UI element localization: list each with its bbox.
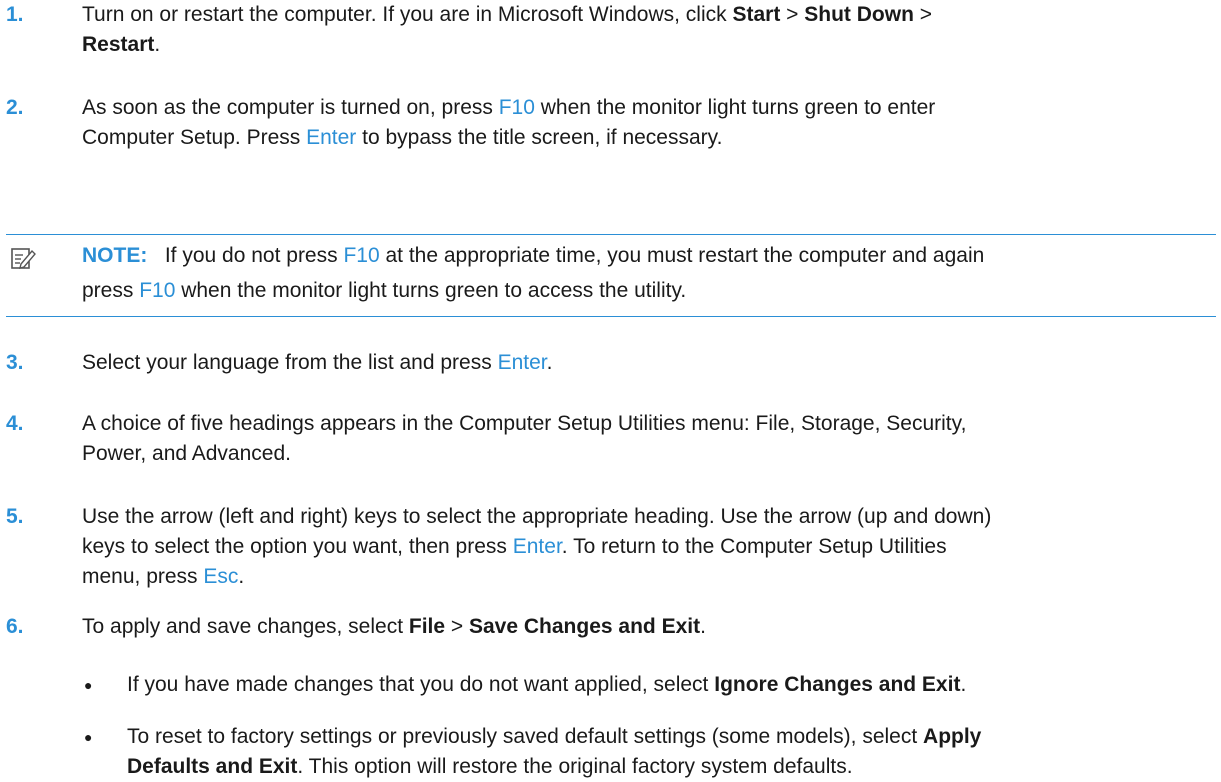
note-box: NOTE: If you do not press F10 at the app… <box>6 234 1216 317</box>
bullet-text: To reset to factory settings or previous… <box>127 722 1199 782</box>
bold-term: Restart <box>82 33 155 56</box>
step-number: 6. <box>6 615 24 638</box>
step-line: Select your language from the list and p… <box>82 348 1199 378</box>
text-run: . <box>700 615 706 638</box>
text-run: . <box>546 351 553 374</box>
text-run: Use the arrow (left and right) keys to s… <box>82 505 992 528</box>
text-run: A choice of five headings appears in the… <box>82 412 967 435</box>
note-line: press F10 when the monitor light turns g… <box>82 276 1206 306</box>
bullet-text: If you have made changes that you do not… <box>127 670 1199 700</box>
step-number: 4. <box>6 412 24 435</box>
step-number: 2. <box>6 96 24 119</box>
key-name: Enter <box>306 126 357 149</box>
step-line: A choice of five headings appears in the… <box>82 409 1199 439</box>
step-line: Use the arrow (left and right) keys to s… <box>82 502 1199 532</box>
step-text: A choice of five headings appears in the… <box>82 409 1199 469</box>
step-line: menu, press Esc. <box>82 562 1199 592</box>
text-run: > <box>913 3 933 26</box>
step-line: keys to select the option you want, then… <box>82 532 1199 562</box>
note-line: NOTE: If you do not press F10 at the app… <box>82 241 1206 271</box>
step-text: To apply and save changes, select File >… <box>82 612 1199 642</box>
text-run: Power, and Advanced. <box>82 442 291 465</box>
bold-term: File <box>408 615 446 638</box>
text-run: . <box>960 673 967 696</box>
step-line: Restart. <box>82 30 1199 60</box>
bold-term: Save Changes and Exit <box>469 615 701 638</box>
step-text: Select your language from the list and p… <box>82 348 1199 378</box>
text-run: Computer Setup. Press <box>82 126 307 149</box>
bullet-line: If you have made changes that you do not… <box>127 670 1199 700</box>
key-name: Enter <box>497 351 547 374</box>
key-name: F10 <box>139 279 176 302</box>
bold-term: Start <box>732 3 781 26</box>
bold-term: Shut Down <box>804 3 914 26</box>
bullet-icon: ● <box>84 677 93 693</box>
key-name: Enter <box>512 535 562 558</box>
text-run: at the appropriate time, you must restar… <box>379 244 985 267</box>
step-number: 1. <box>6 3 24 26</box>
step-line: As soon as the computer is turned on, pr… <box>82 93 1199 123</box>
step-line: To apply and save changes, select File >… <box>82 612 1199 642</box>
key-name: F10 <box>343 244 380 267</box>
step-text: As soon as the computer is turned on, pr… <box>82 93 1199 153</box>
bold-term: Apply <box>923 725 982 748</box>
text-run: when the monitor light turns green to en… <box>534 96 936 119</box>
step-line: Computer Setup. Press Enter to bypass th… <box>82 123 1199 153</box>
bullet-icon: ● <box>84 729 93 745</box>
note-runs: If you do not press F10 at the appropria… <box>165 244 984 267</box>
text-run: menu, press <box>82 565 204 588</box>
bullet-line: Defaults and Exit. This option will rest… <box>127 752 1199 782</box>
step-line: Power, and Advanced. <box>82 439 1199 469</box>
bold-term: Ignore Changes and Exit <box>714 673 961 696</box>
text-run: press <box>82 279 140 302</box>
text-run: Turn on or restart the computer. If you … <box>82 3 733 26</box>
text-run: To apply and save changes, select <box>82 615 409 638</box>
note-label: NOTE: <box>82 244 148 267</box>
step-number: 3. <box>6 351 24 374</box>
step-text: Use the arrow (left and right) keys to s… <box>82 502 1199 592</box>
text-run: . <box>238 565 245 588</box>
step-line: Turn on or restart the computer. If you … <box>82 0 1199 30</box>
text-run: . <box>154 33 161 56</box>
note-pencil-icon <box>11 248 36 269</box>
text-run: To reset to factory settings or previous… <box>127 725 924 748</box>
bullet-line: To reset to factory settings or previous… <box>127 722 1199 752</box>
text-run: Select your language from the list and p… <box>82 351 498 374</box>
step-number: 5. <box>6 505 24 528</box>
text-run: > <box>780 3 805 26</box>
text-run: to bypass the title screen, if necessary… <box>356 126 723 149</box>
text-run: keys to select the option you want, then… <box>82 535 513 558</box>
bold-term: Defaults and Exit <box>127 755 298 778</box>
text-run: when the monitor light turns green to ac… <box>175 279 687 302</box>
text-run: . To return to the Computer Setup Utilit… <box>561 535 947 558</box>
text-run: . This option will restore the original … <box>297 755 853 778</box>
step-text: Turn on or restart the computer. If you … <box>82 0 1199 60</box>
text-run: > <box>445 615 469 638</box>
text-run: If you have made changes that you do not… <box>127 673 715 696</box>
text-run: As soon as the computer is turned on, pr… <box>82 96 499 119</box>
text-run: If you do not press <box>164 244 344 267</box>
key-name: Esc <box>203 565 239 588</box>
key-name: F10 <box>498 96 535 119</box>
